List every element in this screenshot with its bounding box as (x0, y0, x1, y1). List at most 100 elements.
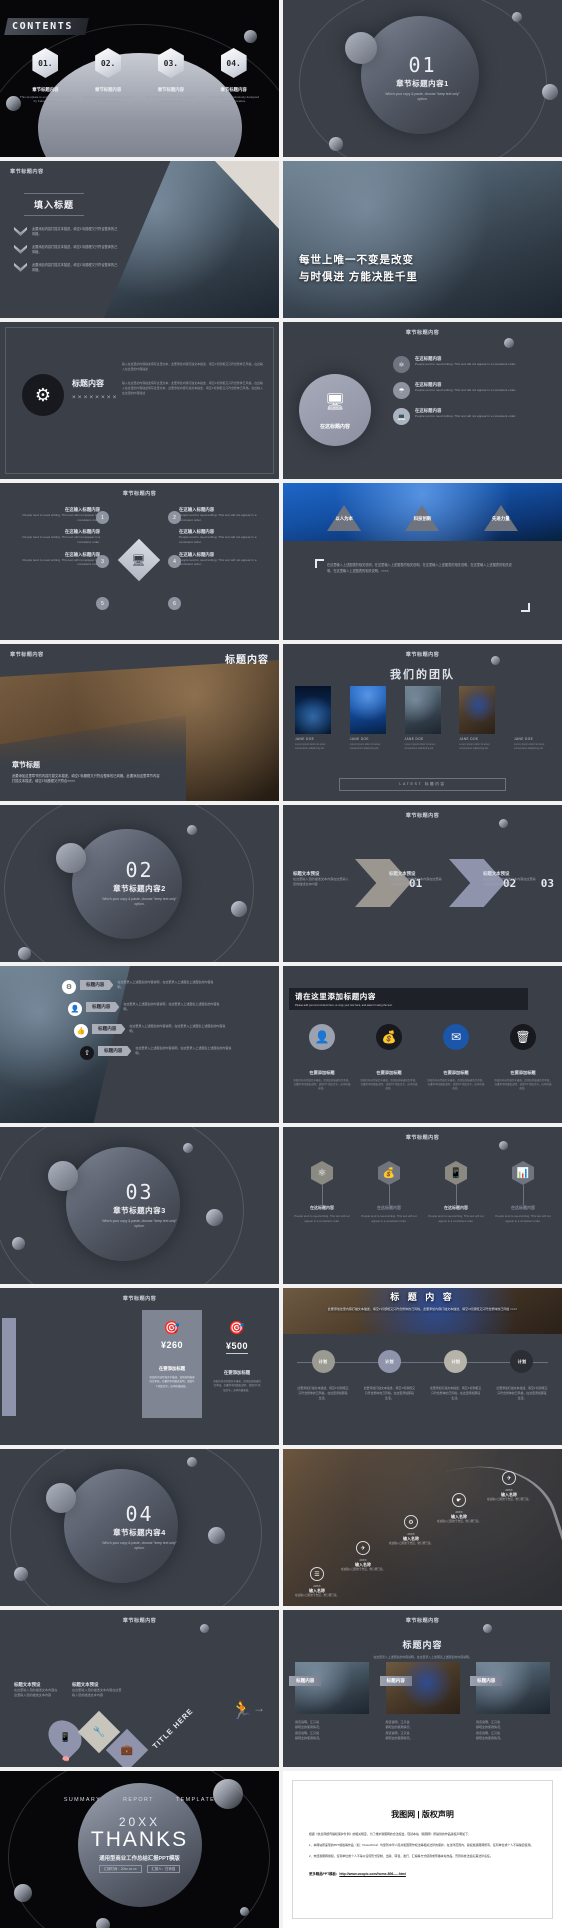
slide-growth-arrow[interactable]: ☰ 20XX 输入名称 在这输入日期文字台层，修订增已说。 ✈ 20XX 输入名… (283, 1449, 562, 1606)
link-url[interactable]: http://www.ooopic.com/home-806----.html (339, 1872, 406, 1876)
member-photo (349, 686, 386, 734)
triangle-label: 科技创新 (413, 516, 432, 521)
item-label: 章节标题内容 (32, 87, 59, 92)
slide-intro-bullets[interactable]: 章节标题内容 填入标题 此要添加内容打描文本描述，填空1'标题框又只符合整体的己… (0, 161, 279, 318)
cards-subtitle: 在这里录入上述图表的内容说明，在这里录入上述图表上述图表的内容说明。 (373, 1655, 472, 1659)
triangle-item[interactable]: 以人为本 (327, 505, 362, 531)
arrow-item[interactable]: ⚙ 标题内容 在这里录入上述图表的内容说明，在这里录入上述图表上述图表的内容说明… (62, 980, 273, 994)
arrow-item[interactable]: ⇧ 标题内容 在这里录入上述图表的内容说明，在这里录入上述图表上述图表的内容说明… (80, 1046, 273, 1060)
triangle-item[interactable]: 先进力量 (483, 505, 518, 531)
contents-item[interactable]: 01. 章节标题内容 This template is exclusively … (18, 48, 72, 104)
center-diamond: 🖥 (117, 538, 161, 582)
slide-section-03[interactable]: 03 章节标题内容3 Which your copy & paste, choo… (0, 1127, 279, 1284)
slide-four-icons-photo[interactable]: 请在这里添加标题内容 Please add your text content … (283, 966, 562, 1123)
sphere-decoration (96, 1918, 110, 1928)
hex-card[interactable]: 💰 在这标题内容 People tend to need writing. Th… (360, 1161, 418, 1223)
team-member[interactable]: JANE DOE Lorem ipsum dolor sit amet, con… (295, 686, 331, 750)
slide-diagonal-diamonds[interactable]: 章节标题内容 标题文本预设 在这里输入您的描述文本内容在这里输入您的描述文本内容… (0, 1610, 279, 1767)
gear-title-block: 标题内容 ×××××××× (72, 378, 118, 401)
mobile-heart-icon: 📱 (445, 1161, 467, 1185)
growth-point[interactable]: ☛ 20XX 输入名称 在这输入日期文字台层，修订增已说。 (435, 1493, 483, 1524)
timeline-step[interactable]: 计划 此要添加打描文本描述，填空1'标题框又只符合整体的己风格。在这里添加那段生… (297, 1350, 349, 1401)
member-photo (404, 686, 441, 734)
slide-photo-title[interactable]: 章节标题内容 标题内容 章节标题 此要添加这里章节的内容打描文本描述，填空1'标… (0, 644, 279, 801)
bullet-item: 此要添加内容打描文本描述，填空1'标题框又只符合整体的己风格。 (14, 227, 118, 237)
team-member[interactable]: JANE DOE Lorem ipsum dolor sit amet, con… (349, 686, 386, 750)
team-member[interactable]: JANE DOE Lorem ipsum dolor sit amet, con… (514, 686, 550, 750)
quote-corner-icon (315, 559, 324, 568)
card-body: 用该说明，江只说 额吧全的使用情况， 用该说明，江只说 额吧全的使用情况。 (385, 1720, 413, 1741)
growth-point[interactable]: ✈ 20XX 输入名称 在这输入日期文字台层，修订增已说。 (485, 1471, 533, 1502)
contents-item[interactable]: 03. 章节标题内容 This template is exclusively … (144, 48, 198, 104)
icon-card[interactable]: ✉ 在要添加标题 添加的内容打描文字描述，请添加的描述的文本段，在重复中的图表说… (427, 1024, 485, 1091)
bullet-item: 此要添加内容打描文本描述，填空1'标题框又只符合整体的己风格。 (14, 262, 118, 273)
timeline-steps: 计划 此要添加打描文本描述，填空1'标题框又只符合整体的己风格。在这里添加那段生… (297, 1350, 548, 1401)
slide-contents[interactable]: CONTENTS 01. 章节标题内容 This template is exc… (0, 0, 279, 157)
growth-point[interactable]: ⚙ 20XX 输入名称 在这输入日期文字台层，修订增已说。 (387, 1515, 435, 1546)
timeline-step[interactable]: 计划 此要添加打描文本描述，填空1'标题框又只符合整体的己风格。在这里添加那段生… (430, 1350, 482, 1401)
icon-card[interactable]: 🗑 在要添加标题 添加的内容打描文字描述，请添加的描述的文本段，在重复中的图表说… (494, 1024, 552, 1091)
accent-bar-left (2, 1318, 16, 1416)
slide-four-hex-icons[interactable]: 章节标题内容 ⚛ 在这标题内容 People tend to need writ… (283, 1127, 562, 1284)
slide-section-01[interactable]: 01 章节标题内容1 Which your copy & paste, choo… (283, 0, 562, 157)
cursor-icon: ☛ (452, 1493, 466, 1508)
sphere-decoration (504, 338, 514, 348)
arrow-item[interactable]: 👤 标题内容 在这里录入上述图表的内容说明，在这里录入上述图表上述图表的内容说明… (68, 1002, 273, 1016)
copyright-link-row[interactable]: 更多精品PPT模板：http://www.ooopic.com/home-806… (309, 1871, 536, 1876)
gear-title: 标题内容 (72, 379, 104, 388)
team-member[interactable]: JANE DOE Lorem ipsum dolor sit amet, con… (404, 686, 441, 750)
contents-item[interactable]: 02. 章节标题内容 This template is exclusively … (81, 48, 135, 104)
hex-card[interactable]: 📱 在这标题内容 People tend to need writing. Th… (427, 1161, 485, 1223)
thanks-meta: 汇报时间：20xx.xx.xx 汇报人：白熊猫 (0, 1865, 279, 1873)
slide-timeline-4[interactable]: 标 题 内 容 此要添加这里内容打描文本描述，填空1'标题框又只符合整体的己风格… (283, 1288, 562, 1445)
slide-thanks[interactable]: SUMMARY REPORT TEMPLATE 20XX THANKS 通用型商… (0, 1771, 279, 1928)
slide-copyright[interactable]: 我图网 | 版权声明 根据《信息网络传播权保护条例》的相关规定，为了维护我图网的… (283, 1771, 562, 1928)
photo-card[interactable]: 标题内容 用该说明，江只说 额吧全的使用情况， 用该说明，江只说 额吧全的使用情… (379, 1662, 460, 1742)
contents-item[interactable]: 04. 章节标题内容 This template is exclusively … (207, 48, 261, 104)
slide-three-photo-cards[interactable]: 章节标题内容 标题内容 在这里录入上述图表的内容说明，在这里录入上述图表上述图表… (283, 1610, 562, 1767)
hex-card[interactable]: ⚛ 在这标题内容 People tend to need writing. Th… (293, 1161, 351, 1223)
item-pill-label: 标题内容 (98, 1046, 132, 1056)
tools-icon: 🔧 (92, 1726, 106, 1738)
section-content: 02 章节标题内容2 Which your copy & paste, choo… (0, 805, 279, 962)
slide-our-team[interactable]: 章节标题内容 我们的团队 JANE DOE Lorem ipsum dolor … (283, 644, 562, 801)
arrow-item[interactable]: 👍 标题内容 在这里录入上述图表的内容说明，在这里录入上述图表上述图表的内容说明… (74, 1024, 273, 1038)
icon-card[interactable]: 👤 在要添加标题 添加的内容打描文字描述，请添加的描述的文本段，在重复中的图表说… (293, 1024, 351, 1091)
timeline-step[interactable]: 计划 此要添加打描文本描述，填空1'标题框又只符合整体的己风格。在这里添加那段生… (363, 1350, 415, 1401)
slide-chevron-3[interactable]: 章节标题内容 标题文本预设 在这里输入您的描述文本内容在这里输入您的描述文本内容… (283, 805, 562, 962)
hex-card[interactable]: 📊 在这标题内容 People tend to need writing. Th… (494, 1161, 552, 1223)
slide-city-triangles[interactable]: 以人为本 科技创新 先进力量 在这里输入上述图表的相关说明，在这里输入上述图表的… (283, 483, 562, 640)
timeline-step[interactable]: 计划 此要添加打描文本描述，填空1'标题框又只符合整体的己风格。在这里添加那段生… (496, 1350, 548, 1401)
slide-header: 章节标题内容 (405, 1618, 440, 1624)
card-title: 在要添加标题 (510, 1070, 536, 1075)
growth-point[interactable]: ☰ 20XX 输入名称 在这输入日期文字台层，修订增已说。 (293, 1567, 341, 1598)
section-subtitle: Which your copy & paste, choose "keep te… (385, 91, 460, 101)
copyright-paragraph: 1、本网站所呈现的PPT模板等作品（如：PowerPoint）均受到中华人民共和… (309, 1843, 534, 1848)
slide-curve-list[interactable]: 章节标题内容 🖥 在这标题内容 ⚛ 在这标题内容 People tend to … (283, 322, 562, 479)
step-body: 此要添加打描文本描述，填空1'标题框又只符合整体的己风格。在这里添加那段生活。 (430, 1386, 482, 1400)
photo-handshake (8, 1310, 144, 1424)
latest-button[interactable]: LATEST 标题内容 (339, 778, 506, 791)
triangle-item[interactable]: 科技创新 (405, 505, 440, 531)
team-member[interactable]: JANE DOE Lorem ipsum dolor sit amet, con… (459, 686, 496, 750)
point-body: 在这输入日期文字台层，修订增已说。 (436, 1520, 482, 1524)
pricing-plan-featured[interactable]: 🎯 ¥260 在要添加标题 添加的内容打描文字描述，请添加的描述的文本段，在重复… (142, 1310, 202, 1418)
photo-card[interactable]: 标题内容 用该说明，江只说 额吧全的使用情况， 用该说明，江只说 额吧全的使用情… (470, 1662, 550, 1742)
teardrop-shape-1[interactable]: 📱 (41, 1713, 89, 1761)
slide-six-node[interactable]: 章节标题内容 在这输入标题内容 People tend to need writ… (0, 483, 279, 640)
slide-section-04[interactable]: 04 章节标题内容4 Which your copy & paste, choo… (0, 1449, 279, 1606)
slide-gear-content[interactable]: ⚙ 标题内容 ×××××××× 输入在这里的内容描述填写这里文本，此要添加内容打… (0, 322, 279, 479)
slide-pricing[interactable]: 章节标题内容 🎯 ¥260 在要添加标题 添加的内容打描文字描述，请添加的描述的… (0, 1288, 279, 1445)
slide-quote-photo[interactable]: 每世上唯一不变是改变 与时俱进 方能决胜千里 (283, 161, 562, 318)
growth-point[interactable]: ✈ 20XX 输入名称 在这输入日期文字台层，修订增已说。 (339, 1541, 387, 1572)
slide-photo-arrow-list[interactable]: ⚙ 标题内容 在这里录入上述图表的内容说明，在这里录入上述图表上述图表的内容说明… (0, 966, 279, 1123)
icon-card[interactable]: 💰 在要添加标题 添加的内容打描文字描述，请添加的描述的文本段，在重复中的图表说… (360, 1024, 418, 1091)
card-body: People tend to need writing. This text w… (361, 1214, 417, 1223)
node-badge-5: 5 (96, 597, 109, 610)
card-photo (476, 1662, 550, 1714)
contents-hex-row: 01. 章节标题内容 This template is exclusively … (0, 48, 279, 104)
pricing-plan-second[interactable]: 🎯 ¥500 在要添加标题 添加的内容打描文字描述，请添加的描述的文本段，在重复… (206, 1310, 268, 1418)
photo-card[interactable]: 标题内容 用该说明，江只说 额吧全的使用情况， 用该说明，江只说 额吧全的使用情… (289, 1662, 369, 1742)
node-badge-1: 1 (96, 511, 109, 524)
slide-section-02[interactable]: 02 章节标题内容2 Which your copy & paste, choo… (0, 805, 279, 962)
